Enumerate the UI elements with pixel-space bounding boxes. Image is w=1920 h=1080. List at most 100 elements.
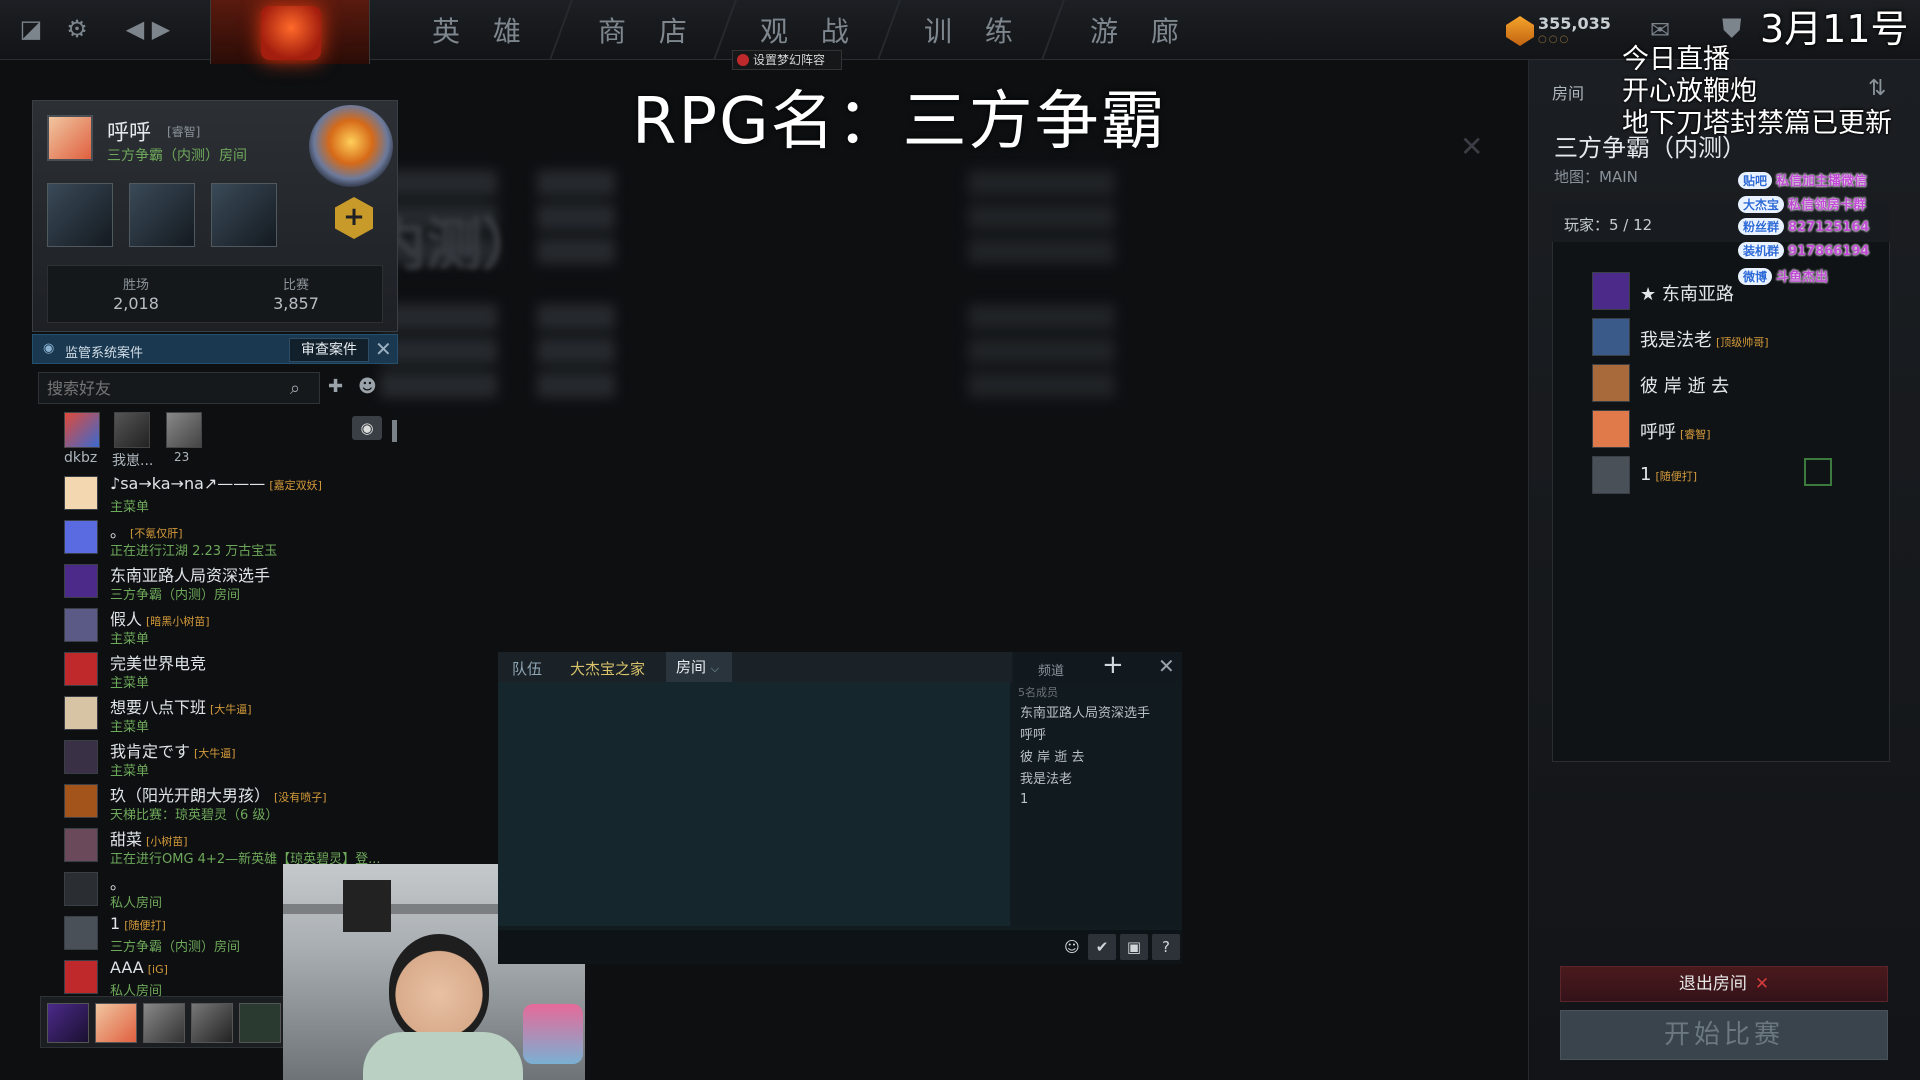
friend-status: 主菜单 xyxy=(110,500,150,515)
leave-room-button[interactable]: 退出房间 ✕ xyxy=(1560,966,1888,1002)
nav-arcade[interactable]: 游 廊 xyxy=(1090,10,1191,50)
home-logo-button[interactable] xyxy=(210,0,370,64)
tab-room[interactable]: 房间 ⌵ xyxy=(666,652,732,682)
eye-icon[interactable]: ◉ xyxy=(352,416,382,440)
featured-hero-slot[interactable] xyxy=(211,183,277,247)
friend-search-input[interactable] xyxy=(38,372,320,404)
recent-player-avatar[interactable] xyxy=(95,1003,137,1043)
ready-checkbox[interactable] xyxy=(1804,458,1832,486)
gear-icon[interactable]: ⚙ xyxy=(60,12,94,46)
party-member-name: dkbz xyxy=(64,450,98,466)
friend-name-text: AAA xyxy=(110,958,144,977)
friend-status: 三方争霸（内测）房间 xyxy=(110,588,241,603)
avatar[interactable] xyxy=(47,115,93,161)
friend-list-item[interactable]: 想要八点下班 [大牛逼] 主菜单 xyxy=(64,692,404,736)
rank-medal-icon[interactable] xyxy=(309,105,393,187)
avatar xyxy=(64,652,98,686)
badge-text: 私信领房卡群 xyxy=(1788,198,1867,213)
friend-list-item[interactable]: 甜菜 [小树苗] 正在进行OMG 4+2—新英雄【琼英碧灵】登... xyxy=(64,824,404,868)
friend-guild-tag: [iG] xyxy=(147,963,168,976)
currency-dots: ○○○ xyxy=(1538,34,1571,45)
friend-list-item[interactable]: 完美世界电竞 主菜单 xyxy=(64,648,404,692)
recent-player-avatar[interactable] xyxy=(239,1003,281,1043)
nav-separator xyxy=(549,0,573,60)
chat-member[interactable]: 东南亚路人局资深选手 xyxy=(1020,702,1150,721)
lobby-player[interactable]: 我是法老 [顶级帅哥] xyxy=(1592,318,1882,358)
dota-menu-icon[interactable]: ◪ xyxy=(14,12,48,46)
friend-list-item[interactable]: 我肯定です [大牛逼] 主菜单 xyxy=(64,736,404,780)
shield-icon[interactable]: ⛊ xyxy=(1722,14,1750,46)
nav-store[interactable]: 商 店 xyxy=(598,10,699,50)
friend-list-item[interactable]: 。 [不氪仅肝] 正在进行江湖 2.23 万古宝玉 xyxy=(64,516,404,560)
overwatch-bar: ◉ 监管系统案件 审查案件 ✕ xyxy=(32,334,398,364)
emoji-icon[interactable]: ☺ xyxy=(1058,934,1086,960)
friend-name-text: 东南亚路人局资深选手 xyxy=(110,566,271,585)
friend-list-item[interactable]: ♪sa→ka→na↗——— [嘉定双妖] 主菜单 xyxy=(64,472,404,516)
close-icon[interactable]: ✕ xyxy=(1460,130,1483,163)
profile-stats: 胜场 2,018 比赛 3,857 xyxy=(47,265,383,323)
scrollbar[interactable] xyxy=(392,420,397,442)
webcam-object xyxy=(343,880,391,932)
lobby-player[interactable]: 呼呼 [睿智] xyxy=(1592,410,1882,450)
chat-member[interactable]: 呼呼 xyxy=(1020,724,1046,743)
add-channel-button[interactable]: + xyxy=(1102,650,1124,680)
party-avatar[interactable] xyxy=(114,412,150,448)
profile-name[interactable]: 呼呼 xyxy=(107,115,151,147)
forward-arrow-icon[interactable]: ▶ xyxy=(144,12,178,46)
tab-party[interactable]: 队伍 xyxy=(512,658,542,679)
search-icon[interactable]: ⌕ xyxy=(290,378,300,399)
start-game-button[interactable]: 开始比赛 xyxy=(1560,1010,1888,1060)
tab-guild[interactable]: 大杰宝之家 xyxy=(570,658,645,679)
lobby-player[interactable]: 1 [随便打] xyxy=(1592,456,1882,496)
friend-name: ♪sa→ka→na↗——— [嘉定双妖] xyxy=(110,474,322,493)
image-icon[interactable]: ▣ xyxy=(1120,934,1148,960)
chat-member[interactable]: 1 xyxy=(1020,792,1028,807)
close-icon[interactable]: ✕ xyxy=(375,337,392,361)
review-case-button[interactable]: 审查案件 xyxy=(289,338,369,362)
badge-text: 917866194 xyxy=(1788,244,1870,259)
nav-heroes[interactable]: 英 雄 xyxy=(432,10,533,50)
nav-learn[interactable]: 训 练 xyxy=(924,10,1025,50)
friend-list-item[interactable]: 玖（阳光开朗大男孩） [没有喷子] 天梯比赛：琼英碧灵（6 级） xyxy=(64,780,404,824)
matches-value: 3,857 xyxy=(273,294,319,313)
friends-icon[interactable]: ☻ xyxy=(358,376,377,397)
tab-room-label: 房间 xyxy=(676,658,707,676)
badge-text: 私信加主播微信 xyxy=(1776,174,1868,189)
featured-hero-slot[interactable] xyxy=(129,183,195,247)
add-friend-icon[interactable]: ✚ xyxy=(328,376,343,397)
close-icon[interactable]: ✕ xyxy=(1158,654,1175,678)
avatar xyxy=(1592,318,1630,356)
check-icon[interactable]: ✔ xyxy=(1088,934,1116,960)
avatar xyxy=(64,608,98,642)
overwatch-icon: ◉ xyxy=(43,341,55,356)
friend-status: 正在进行江湖 2.23 万古宝玉 xyxy=(110,544,278,559)
shards-currency-icon xyxy=(1506,16,1534,46)
friend-list-item[interactable]: 东南亚路人局资深选手三方争霸（内测）房间 xyxy=(64,560,404,604)
recent-player-avatar[interactable] xyxy=(143,1003,185,1043)
room-label: 房间 xyxy=(1552,84,1585,103)
friend-name-text: 。 xyxy=(110,522,127,541)
avatar xyxy=(64,564,98,598)
featured-hero-slot[interactable] xyxy=(47,183,113,247)
party-avatar[interactable] xyxy=(64,412,100,448)
chat-member[interactable]: 彼 岸 逝 去 xyxy=(1020,746,1084,765)
add-hero-button[interactable]: + xyxy=(335,197,373,239)
friend-name: 1 [随便打] xyxy=(110,914,166,933)
friend-name: 。 [不氪仅肝] xyxy=(110,518,183,542)
recent-player-avatar[interactable] xyxy=(191,1003,233,1043)
stream-badge: 大杰宝 私信领房卡群 xyxy=(1738,194,1918,214)
nav-watch[interactable]: 观 战 xyxy=(760,10,861,50)
chat-member[interactable]: 我是法老 xyxy=(1020,768,1072,787)
fantasy-lineup-notice[interactable]: 设置梦幻阵容 xyxy=(732,50,842,70)
leave-room-label: 退出房间 xyxy=(1678,974,1747,994)
avatar xyxy=(64,696,98,730)
help-icon[interactable]: ? xyxy=(1152,934,1180,960)
notice-text: 设置梦幻阵容 xyxy=(753,53,826,67)
party-avatar[interactable] xyxy=(166,412,202,448)
lobby-player[interactable]: 彼 岸 逝 去 xyxy=(1592,364,1882,404)
chat-messages[interactable] xyxy=(498,682,1010,926)
avatar xyxy=(64,476,98,510)
recent-player-avatar[interactable] xyxy=(47,1003,89,1043)
mail-icon[interactable]: ✉ xyxy=(1650,18,1682,42)
friend-list-item[interactable]: 假人 [暗黑小树苗] 主菜单 xyxy=(64,604,404,648)
